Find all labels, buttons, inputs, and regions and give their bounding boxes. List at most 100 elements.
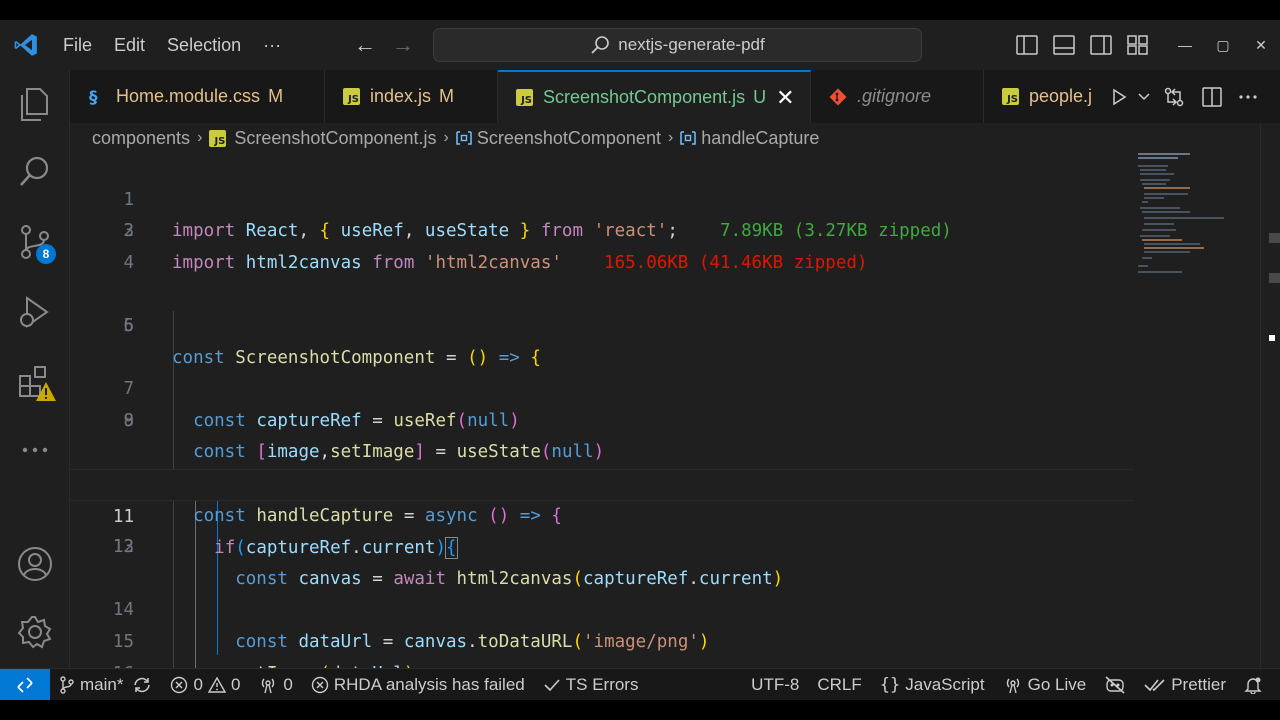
vertical-scrollbar[interactable] xyxy=(1260,123,1280,668)
more-views-icon[interactable] xyxy=(0,422,70,478)
breadcrumb: components › JS ScreenshotComponent.js ›… xyxy=(70,123,1134,153)
search-label: nextjs-generate-pdf xyxy=(618,35,765,54)
search-icon[interactable] xyxy=(0,144,70,200)
ports-indicator[interactable]: 0 xyxy=(249,669,301,701)
tab-screenshot-component-js[interactable]: JS ScreenshotComponent.js U ✕ xyxy=(498,70,811,123)
notifications-bell-icon[interactable] xyxy=(1235,669,1280,701)
code-line: 10 const handleCapture = async () => { xyxy=(113,474,562,526)
code-line: 2 import html2canvas from 'html2canvas' … xyxy=(123,221,868,273)
symbol-variable-icon xyxy=(680,130,697,146)
check-icon xyxy=(544,678,560,691)
activity-bar: 8 xyxy=(0,70,70,668)
broadcast-icon xyxy=(262,678,275,693)
go-live-button[interactable]: Go Live xyxy=(994,669,1096,701)
tab-home-module-css[interactable]: § Home.module.css M xyxy=(70,70,325,123)
rhda-status[interactable]: RHDA analysis has failed xyxy=(302,669,534,701)
symbol-variable-icon xyxy=(456,130,472,146)
code-line: 5 const ScreenshotComponent = () => { xyxy=(123,315,541,368)
js-icon: JS xyxy=(343,88,360,105)
more-actions-icon[interactable] xyxy=(1230,70,1266,123)
maximize-button[interactable]: ▢ xyxy=(1204,20,1242,70)
js-icon: JS xyxy=(209,129,227,147)
css-icon: § xyxy=(88,88,106,106)
code-line: 3 xyxy=(123,221,134,242)
close-tab-icon[interactable]: ✕ xyxy=(776,85,794,111)
cursor-position-marker xyxy=(1269,335,1275,341)
search-icon xyxy=(591,36,610,54)
run-debug-icon[interactable] xyxy=(0,284,70,340)
svg-text:§: § xyxy=(89,88,98,106)
vscode-logo-icon xyxy=(0,20,52,70)
source-control-icon[interactable] xyxy=(0,214,70,270)
js-icon: JS xyxy=(516,89,533,106)
status-bar: main* 0 0 0 RHDA analysis has failed TS … xyxy=(0,668,1280,701)
minimize-button[interactable]: — xyxy=(1166,20,1204,70)
ts-errors-status[interactable]: TS Errors xyxy=(534,669,648,701)
sync-icon[interactable] xyxy=(132,676,152,694)
minimap[interactable] xyxy=(1134,123,1260,668)
code-line: 12 const canvas = await html2canvas(capt… xyxy=(112,537,784,589)
letterbox-top xyxy=(0,0,1280,20)
code-line: 6 xyxy=(123,316,134,336)
encoding-selector[interactable]: UTF-8 xyxy=(742,669,808,701)
tab-people-js[interactable]: JS people.j xyxy=(984,70,1114,123)
close-window-button[interactable]: ✕ xyxy=(1242,20,1280,70)
tab-index-js[interactable]: JS index.js M xyxy=(325,70,498,123)
chevron-down-icon[interactable] xyxy=(1134,70,1154,123)
source-control-badge: 8 xyxy=(36,244,56,264)
tab-gitignore[interactable]: .gitignore xyxy=(811,70,984,123)
split-editor-icon[interactable] xyxy=(1194,70,1230,123)
code-line: 1 import React, { useRef, useState } fro… xyxy=(123,189,952,242)
problems-indicator[interactable]: 0 0 xyxy=(161,669,249,701)
customize-layout-icon[interactable] xyxy=(1119,20,1156,70)
breadcrumb-component[interactable]: ScreenshotComponent xyxy=(477,128,661,149)
menu-selection[interactable]: Selection xyxy=(156,28,252,62)
code-editor[interactable]: 1 import React, { useRef, useState } fro… xyxy=(70,153,1134,668)
letterbox-bottom xyxy=(0,700,1280,720)
menu-file[interactable]: File xyxy=(52,28,103,62)
menu-bar: File Edit Selection ··· xyxy=(52,20,292,70)
toggle-panel-icon[interactable] xyxy=(1045,20,1082,70)
command-center-search[interactable]: nextjs-generate-pdf xyxy=(433,28,922,62)
run-file-icon[interactable] xyxy=(1104,70,1134,123)
editor-tab-bar: § Home.module.css M JS index.js M JS Scr… xyxy=(70,70,1280,123)
branch-icon xyxy=(60,675,74,694)
prettier-status[interactable]: Prettier xyxy=(1135,669,1235,701)
code-line: 7 const captureRef = useRef(null) xyxy=(123,379,520,431)
code-line: 8 const [image,setImage] = useState(null… xyxy=(123,410,605,463)
remote-window-icon[interactable] xyxy=(0,668,50,701)
language-mode[interactable]: {} JavaScript xyxy=(871,669,994,701)
code-line: 4 xyxy=(123,252,134,273)
broadcast-icon xyxy=(1006,678,1019,694)
toggle-secondary-sidebar-icon[interactable] xyxy=(1082,20,1119,70)
code-line: 16 } xyxy=(70,627,1134,668)
forward-icon[interactable]: → xyxy=(384,32,422,58)
manage-gear-icon[interactable] xyxy=(0,604,70,660)
toggle-primary-sidebar-icon[interactable] xyxy=(1008,20,1045,70)
scroll-marker xyxy=(1269,273,1280,283)
compare-changes-icon[interactable] xyxy=(1154,70,1194,123)
explorer-icon[interactable] xyxy=(0,76,70,132)
braces-icon: {} xyxy=(879,675,901,695)
code-line: 13 xyxy=(112,537,134,558)
git-branch[interactable]: main* xyxy=(50,669,161,701)
eol-selector[interactable]: CRLF xyxy=(808,669,870,701)
scroll-marker xyxy=(1269,233,1280,243)
code-line: 15 setImage(dataUrl) xyxy=(112,631,414,668)
warning-icon xyxy=(207,676,226,693)
error-icon xyxy=(311,676,329,693)
code-line: 9 xyxy=(123,410,134,431)
copilot-disabled-icon[interactable] xyxy=(1095,669,1135,701)
account-icon[interactable] xyxy=(0,536,70,592)
double-check-icon xyxy=(1144,679,1165,692)
menu-edit[interactable]: Edit xyxy=(103,28,156,62)
error-icon xyxy=(171,676,188,693)
back-icon[interactable]: ← xyxy=(346,32,384,58)
breadcrumb-function[interactable]: handleCapture xyxy=(701,128,819,149)
menu-more[interactable]: ··· xyxy=(252,28,292,62)
code-line-current: 11 if(captureRef.current){ xyxy=(70,469,1134,560)
title-bar: File Edit Selection ··· ← → nextjs-gener… xyxy=(0,20,1280,70)
breadcrumb-folder[interactable]: components xyxy=(92,128,190,149)
code-line: 14 const dataUrl = canvas.toDataURL('ima… xyxy=(112,600,710,652)
breadcrumb-file[interactable]: ScreenshotComponent.js xyxy=(234,128,436,149)
